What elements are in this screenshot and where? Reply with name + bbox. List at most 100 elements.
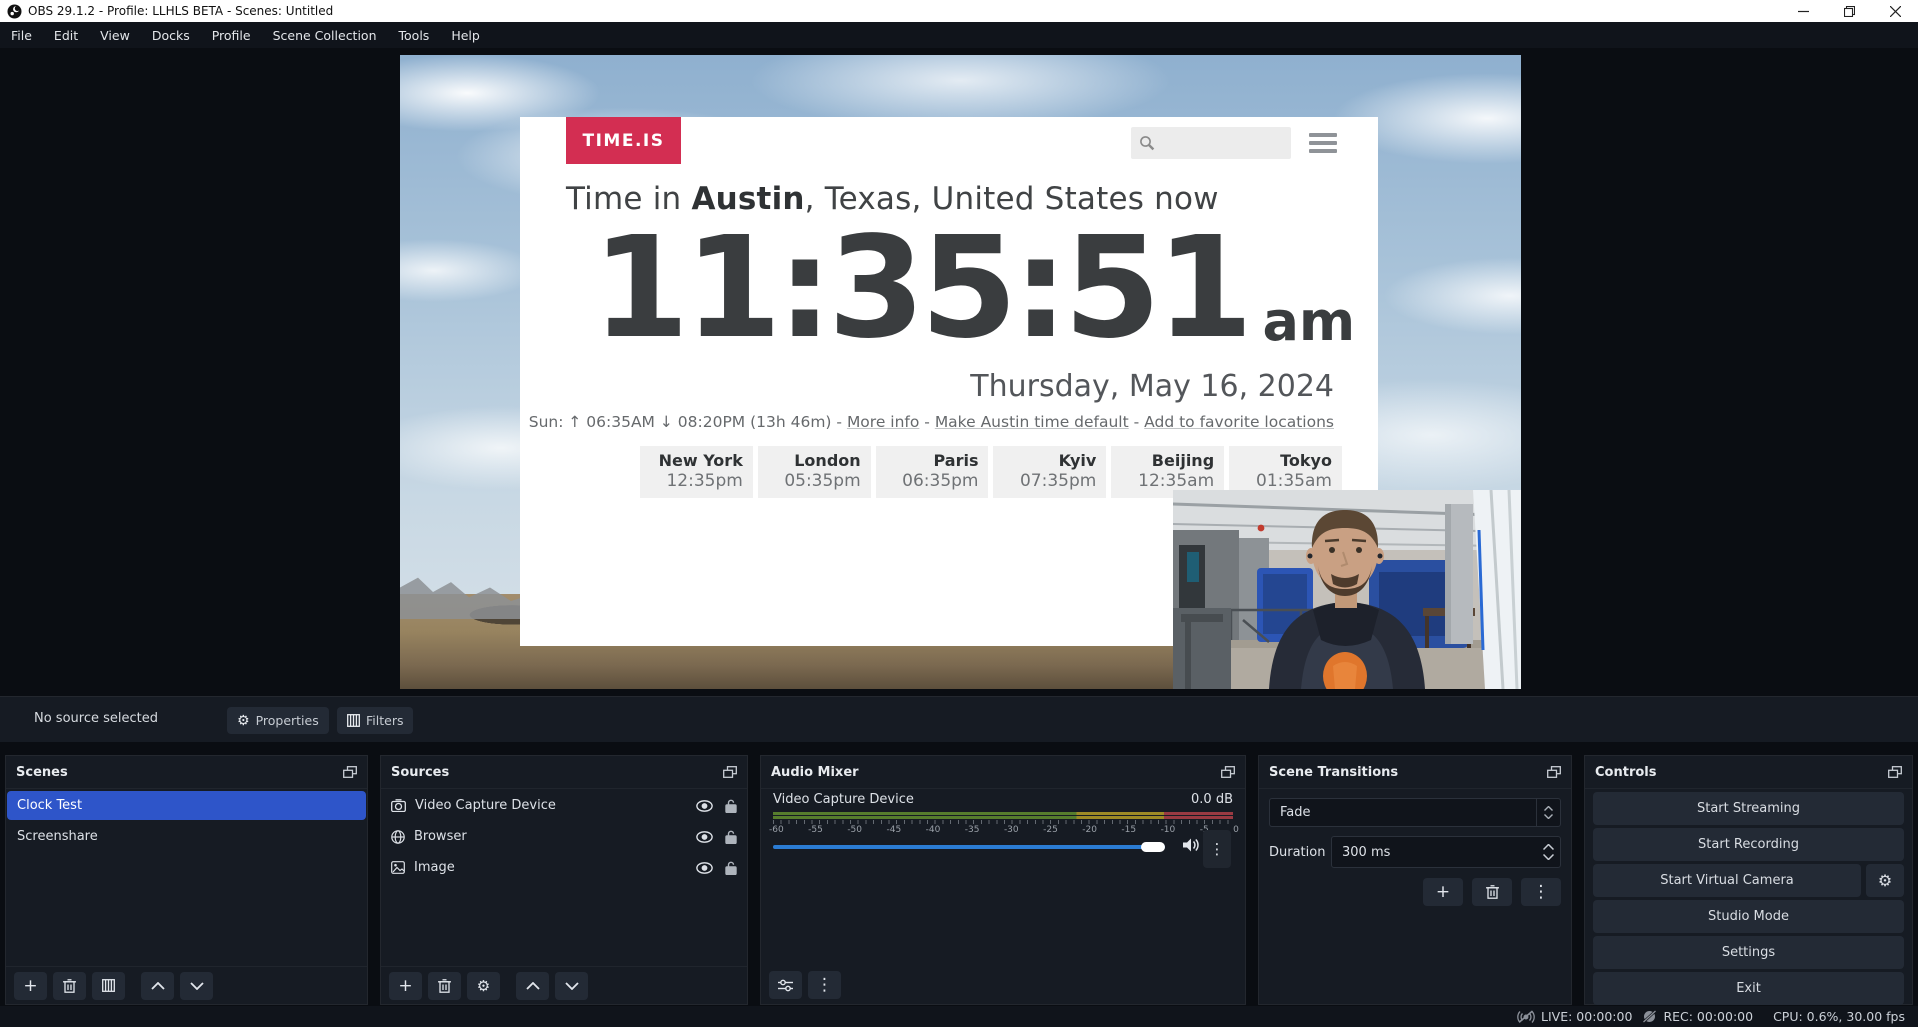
- menu-docks[interactable]: Docks: [141, 22, 201, 48]
- world-clock-paris[interactable]: Paris 06:35pm: [876, 446, 989, 498]
- timeis-search-input[interactable]: [1131, 127, 1291, 159]
- title-bar[interactable]: OBS 29.1.2 - Profile: LLHLS BETA - Scene…: [0, 0, 1918, 22]
- source-properties-button[interactable]: ⚙: [467, 972, 500, 1000]
- source-item-video-capture[interactable]: Video Capture Device: [381, 791, 747, 820]
- menu-bar: File Edit View Docks Profile Scene Colle…: [0, 22, 1918, 48]
- scenes-title: Scenes: [16, 765, 68, 780]
- menu-help[interactable]: Help: [440, 22, 491, 48]
- duration-spinbox[interactable]: 300 ms: [1331, 836, 1561, 868]
- scene-item-clock-test[interactable]: Clock Test: [7, 791, 366, 820]
- source-item-image[interactable]: Image: [381, 853, 747, 882]
- popout-icon[interactable]: [723, 766, 737, 778]
- scene-filters-button[interactable]: [92, 972, 125, 1000]
- source-move-up-button[interactable]: [516, 972, 549, 1000]
- menu-view[interactable]: View: [89, 22, 141, 48]
- scenes-header[interactable]: Scenes: [6, 756, 367, 789]
- kebab-icon: ⋮: [1533, 882, 1550, 902]
- make-default-link[interactable]: Make Austin time default: [935, 413, 1129, 431]
- speaker-icon[interactable]: [1183, 838, 1199, 852]
- scene-move-up-button[interactable]: [141, 972, 174, 1000]
- transitions-header[interactable]: Scene Transitions: [1259, 756, 1571, 789]
- minimize-button[interactable]: [1780, 0, 1826, 22]
- transition-select[interactable]: Fade: [1269, 798, 1561, 827]
- add-favorite-link[interactable]: Add to favorite locations: [1144, 413, 1334, 431]
- webcam-source[interactable]: [1173, 490, 1521, 689]
- add-scene-button[interactable]: +: [14, 972, 47, 1000]
- duration-spinner[interactable]: [1536, 837, 1560, 867]
- world-clock-kyiv[interactable]: Kyiv 07:35pm: [993, 446, 1106, 498]
- remove-scene-button[interactable]: [53, 972, 86, 1000]
- trash-icon: [63, 979, 76, 993]
- add-source-button[interactable]: +: [389, 972, 422, 1000]
- start-streaming-button[interactable]: Start Streaming: [1593, 792, 1904, 825]
- scene-label: Screenshare: [17, 829, 98, 844]
- image-icon: [391, 861, 405, 874]
- select-spinner[interactable]: [1536, 799, 1560, 826]
- properties-label: Properties: [256, 713, 319, 728]
- filters-button[interactable]: Filters: [337, 707, 413, 734]
- menu-edit[interactable]: Edit: [43, 22, 89, 48]
- mixer-menu-button[interactable]: ⋮: [808, 971, 841, 999]
- properties-button[interactable]: ⚙ Properties: [227, 707, 329, 734]
- add-transition-button[interactable]: +: [1423, 878, 1463, 906]
- gear-icon: ⚙: [477, 977, 490, 995]
- start-recording-button[interactable]: Start Recording: [1593, 828, 1904, 861]
- studio-mode-button[interactable]: Studio Mode: [1593, 900, 1904, 933]
- settings-button[interactable]: Settings: [1593, 936, 1904, 969]
- start-virtual-camera-button[interactable]: Start Virtual Camera: [1593, 864, 1861, 897]
- controls-buttons: Start Streaming Start Recording Start Vi…: [1593, 792, 1904, 1005]
- source-label: Image: [414, 860, 455, 875]
- scene-item-screenshare[interactable]: Screenshare: [7, 822, 366, 851]
- chevron-down-icon: [1544, 814, 1553, 819]
- eye-icon[interactable]: [696, 800, 713, 812]
- sources-title: Sources: [391, 765, 449, 780]
- source-item-browser[interactable]: Browser: [381, 822, 747, 851]
- camera-icon: [391, 799, 406, 812]
- virtual-camera-settings-button[interactable]: ⚙: [1866, 864, 1904, 897]
- hamburger-menu-icon[interactable]: [1309, 133, 1337, 153]
- sources-header[interactable]: Sources: [381, 756, 747, 789]
- controls-header[interactable]: Controls: [1585, 756, 1912, 789]
- scene-move-down-button[interactable]: [180, 972, 213, 1000]
- popout-icon[interactable]: [1547, 766, 1561, 778]
- menu-tools[interactable]: Tools: [388, 22, 441, 48]
- restore-button[interactable]: [1826, 0, 1872, 22]
- lock-icon[interactable]: [725, 861, 737, 875]
- close-button[interactable]: [1872, 0, 1918, 22]
- world-clock-new-york[interactable]: New York 12:35pm: [640, 446, 753, 498]
- transition-value: Fade: [1270, 805, 1536, 820]
- volume-slider-handle[interactable]: [1141, 842, 1165, 852]
- duration-label: Duration: [1269, 845, 1331, 860]
- gear-icon: ⚙: [1878, 871, 1892, 890]
- search-icon: [1139, 135, 1155, 151]
- menu-file[interactable]: File: [0, 22, 43, 48]
- exit-button[interactable]: Exit: [1593, 972, 1904, 1005]
- eye-icon[interactable]: [696, 862, 713, 874]
- popout-icon[interactable]: [1888, 766, 1902, 778]
- program-canvas[interactable]: TIME.IS Time in Austin, Texas, United St…: [400, 55, 1521, 689]
- world-clock-london[interactable]: London 05:35pm: [758, 446, 871, 498]
- menu-scene-collection[interactable]: Scene Collection: [262, 22, 388, 48]
- lock-icon[interactable]: [725, 799, 737, 813]
- lock-icon[interactable]: [725, 830, 737, 844]
- menu-profile[interactable]: Profile: [201, 22, 262, 48]
- source-move-down-button[interactable]: [555, 972, 588, 1000]
- status-bar: LIVE: 00:00:00 REC: 00:00:00 CPU: 0.6%, …: [0, 1006, 1918, 1027]
- popout-icon[interactable]: [343, 766, 357, 778]
- remove-source-button[interactable]: [428, 972, 461, 1000]
- chevron-down-icon: [190, 982, 204, 990]
- volume-slider[interactable]: [773, 842, 1165, 852]
- remove-transition-button[interactable]: [1472, 878, 1512, 906]
- popout-icon[interactable]: [1221, 766, 1235, 778]
- sources-dock: Sources Video Capture Device: [380, 755, 748, 1005]
- mixer-channel-menu-button[interactable]: ⋮: [1203, 830, 1231, 868]
- audio-mixer-header[interactable]: Audio Mixer: [761, 756, 1245, 789]
- advanced-audio-button[interactable]: [769, 971, 802, 999]
- plus-icon: +: [398, 976, 412, 996]
- eye-icon[interactable]: [696, 831, 713, 843]
- timeis-logo: TIME.IS: [566, 117, 681, 164]
- world-time: 12:35pm: [644, 471, 743, 491]
- more-info-link[interactable]: More info: [847, 413, 919, 431]
- transition-menu-button[interactable]: ⋮: [1521, 878, 1561, 906]
- dash-separator: -: [919, 413, 934, 431]
